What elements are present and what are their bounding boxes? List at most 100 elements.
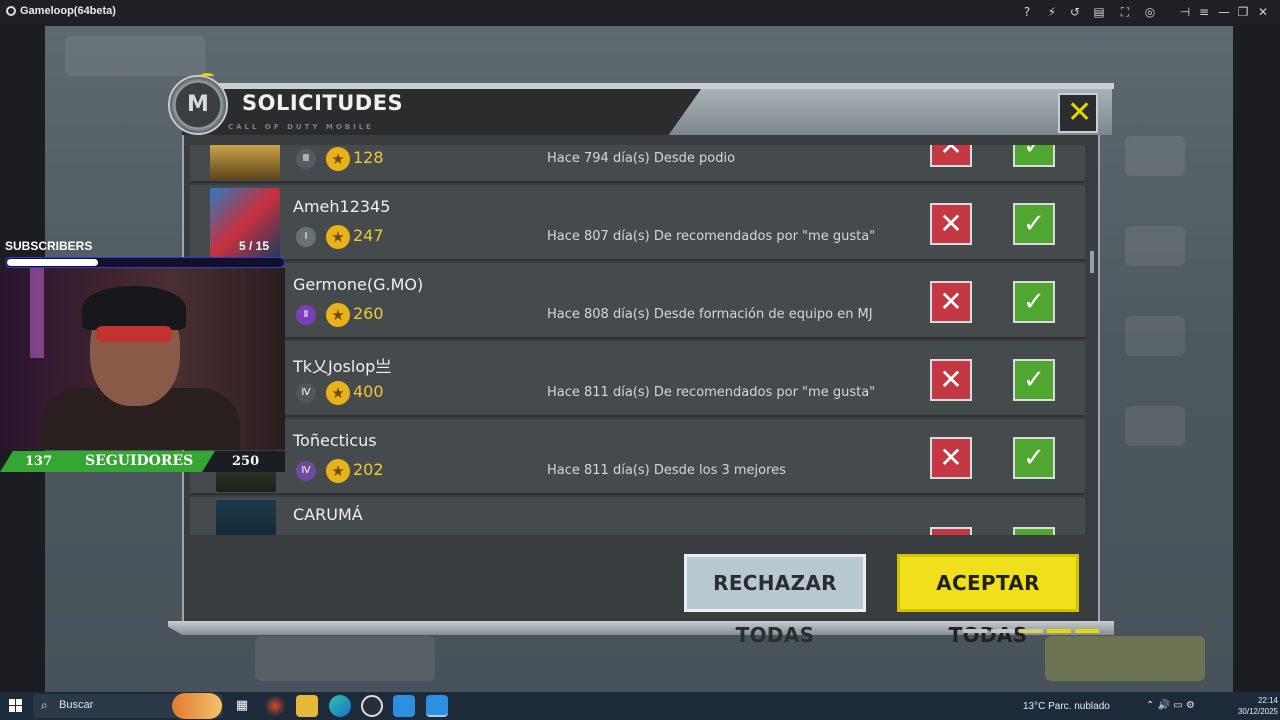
obs-icon[interactable] — [361, 695, 383, 717]
level-star-icon: ★ — [326, 459, 350, 483]
reject-button[interactable]: ✕ — [930, 437, 972, 479]
streamer-glasses — [96, 326, 172, 342]
minimize-icon[interactable]: — — [1215, 3, 1233, 21]
screen: Gameloop(64beta) ? ⚡ ↺ ▤ ⛶ ◎ ⊣ ≡ — ❐ ✕ M… — [0, 0, 1280, 720]
rank-icon: Ⅳ — [296, 383, 316, 403]
request-reason: Hace 808 día(s) Desde formación de equip… — [547, 307, 873, 322]
reject-all-button[interactable]: RECHAZAR TODAS — [684, 554, 866, 647]
blurred-background — [1125, 316, 1185, 356]
level-star-icon: ★ — [326, 225, 350, 249]
player-name: CARUMÁ — [293, 505, 363, 524]
weather-widget[interactable]: 13°C Parc. nublado — [1023, 701, 1110, 712]
emblem-accent — [200, 73, 214, 79]
rank-icon: I — [296, 227, 316, 247]
subscribers-label: SUBSCRIBERS — [5, 239, 93, 253]
window-title: Gameloop(64beta) — [20, 5, 116, 17]
blurred-background — [1125, 136, 1185, 176]
list-item: Tk乂Joslop亗 Ⅳ ★ 400 Hace 811 día(s) De re… — [190, 341, 1085, 417]
codm-emblem-icon: M — [168, 73, 228, 135]
accept-button[interactable]: ✓ — [1013, 527, 1055, 535]
rank-icon: Ⅱ — [296, 305, 316, 325]
boost-icon[interactable]: ⚡ — [1043, 3, 1061, 21]
gameloop-logo-icon — [6, 6, 16, 16]
player-name: Tk乂Joslop亗 — [293, 357, 392, 376]
accept-button[interactable]: ✓ — [1013, 437, 1055, 479]
player-avatar[interactable] — [216, 500, 276, 535]
search-icon: ⌕ — [41, 698, 48, 712]
level-star-icon: ★ — [326, 303, 350, 327]
subscribers-progress-fill — [7, 259, 98, 266]
dialog-frame — [208, 83, 1114, 89]
subscribers-count: 5 / 15 — [239, 239, 270, 253]
background-light — [30, 268, 44, 358]
player-level: 128 — [353, 148, 384, 167]
followers-goal: 250 — [232, 454, 260, 469]
accept-button[interactable]: ✓ — [1013, 203, 1055, 245]
request-reason: Hace 794 día(s) Desde podio — [547, 151, 736, 166]
list-item: Germone(G.MO) Ⅱ ★ 260 Hace 808 día(s) De… — [190, 263, 1085, 339]
blurred-background — [1125, 406, 1185, 446]
gameloop-active-icon[interactable] — [426, 695, 448, 717]
reject-button[interactable]: ✕ — [930, 203, 972, 245]
tray-icons[interactable]: ⌃ 🔊 ▭ ⚙ — [1146, 700, 1195, 711]
player-name: Ameh12345 — [293, 197, 391, 216]
page-indicator — [963, 629, 1099, 633]
close-window-icon[interactable]: ✕ — [1254, 3, 1272, 21]
blurred-background — [65, 36, 205, 76]
m-logo-icon: M — [187, 92, 209, 117]
dialog-subtitle: CALL OF DUTY MOBILE — [228, 123, 374, 131]
requests-list[interactable]: Ⅲ ★ 128 Hace 794 día(s) Desde podio ✕ ✓ … — [190, 145, 1085, 535]
streamer-cap — [82, 286, 186, 330]
rank-icon: Ⅲ — [296, 149, 316, 169]
help-icon[interactable]: ? — [1018, 3, 1036, 21]
player-name: Toñecticus — [293, 431, 377, 450]
edge-browser-icon[interactable] — [329, 695, 351, 717]
player-avatar[interactable] — [210, 145, 280, 180]
webcam-feed — [0, 268, 285, 450]
menu-icon[interactable]: ≡ — [1195, 3, 1213, 21]
windows-start-icon[interactable] — [9, 699, 23, 713]
gameloop-app-icon[interactable] — [393, 695, 415, 717]
reject-button[interactable]: ✕ — [930, 527, 972, 535]
reject-button[interactable]: ✕ — [930, 359, 972, 401]
accept-button[interactable]: ✓ — [1013, 145, 1055, 167]
accept-button[interactable]: ✓ — [1013, 281, 1055, 323]
rank-icon: Ⅳ — [296, 461, 316, 481]
dialog-header-panel — [658, 89, 1112, 135]
followers-current: 137 — [25, 454, 53, 469]
accept-all-button[interactable]: ACEPTAR TODAS — [897, 554, 1079, 647]
clock-time: 22:14 — [1257, 696, 1278, 705]
blurred-background — [1045, 636, 1205, 681]
close-dialog-button[interactable]: ✕ — [1058, 93, 1098, 133]
accept-button[interactable]: ✓ — [1013, 359, 1055, 401]
keymap-icon[interactable]: ▤ — [1090, 3, 1108, 21]
request-reason: Hace 807 día(s) De recomendados por "me … — [547, 229, 876, 244]
search-placeholder: Buscar — [59, 699, 94, 711]
rotate-icon[interactable]: ↺ — [1066, 3, 1084, 21]
file-explorer-icon[interactable] — [296, 695, 318, 717]
task-view-icon[interactable]: ▦ — [231, 695, 253, 717]
player-name: Germone(G.MO) — [293, 275, 424, 294]
player-level: 247 — [353, 226, 384, 245]
clock-date: 30/12/2025 — [1237, 707, 1278, 716]
pin-icon[interactable]: ⊣ — [1176, 3, 1194, 21]
blurred-background — [255, 636, 435, 681]
gamepad-icon[interactable]: ◎ — [1141, 3, 1159, 21]
subscribers-progress-bar — [5, 257, 285, 268]
close-icon: ✕ — [1067, 95, 1093, 130]
list-scrollbar[interactable] — [1090, 251, 1094, 273]
requests-dialog: M SOLICITUDES CALL OF DUTY MOBILE ✕ Ⅲ ★ … — [168, 73, 1114, 647]
app-icon[interactable] — [264, 695, 286, 717]
request-reason: Hace 811 día(s) De recomendados por "me … — [547, 385, 876, 400]
fullscreen-icon[interactable]: ⛶ — [1116, 3, 1134, 21]
player-level: 260 — [353, 304, 384, 323]
request-reason: Hace 811 día(s) Desde los 3 mejores — [547, 463, 786, 478]
search-highlight-icon[interactable] — [172, 693, 222, 719]
list-item: Toñecticus Ⅳ ★ 202 Hace 811 día(s) Desde… — [190, 419, 1085, 495]
reject-button[interactable]: ✕ — [930, 145, 972, 167]
reject-button[interactable]: ✕ — [930, 281, 972, 323]
list-item: Ameh12345 I ★ 247 Hace 807 día(s) De rec… — [190, 185, 1085, 261]
restore-icon[interactable]: ❐ — [1234, 3, 1252, 21]
list-item: Ⅲ ★ 128 Hace 794 día(s) Desde podio ✕ ✓ — [190, 145, 1085, 183]
system-clock[interactable]: 22:14 30/12/2025 — [1234, 695, 1278, 717]
